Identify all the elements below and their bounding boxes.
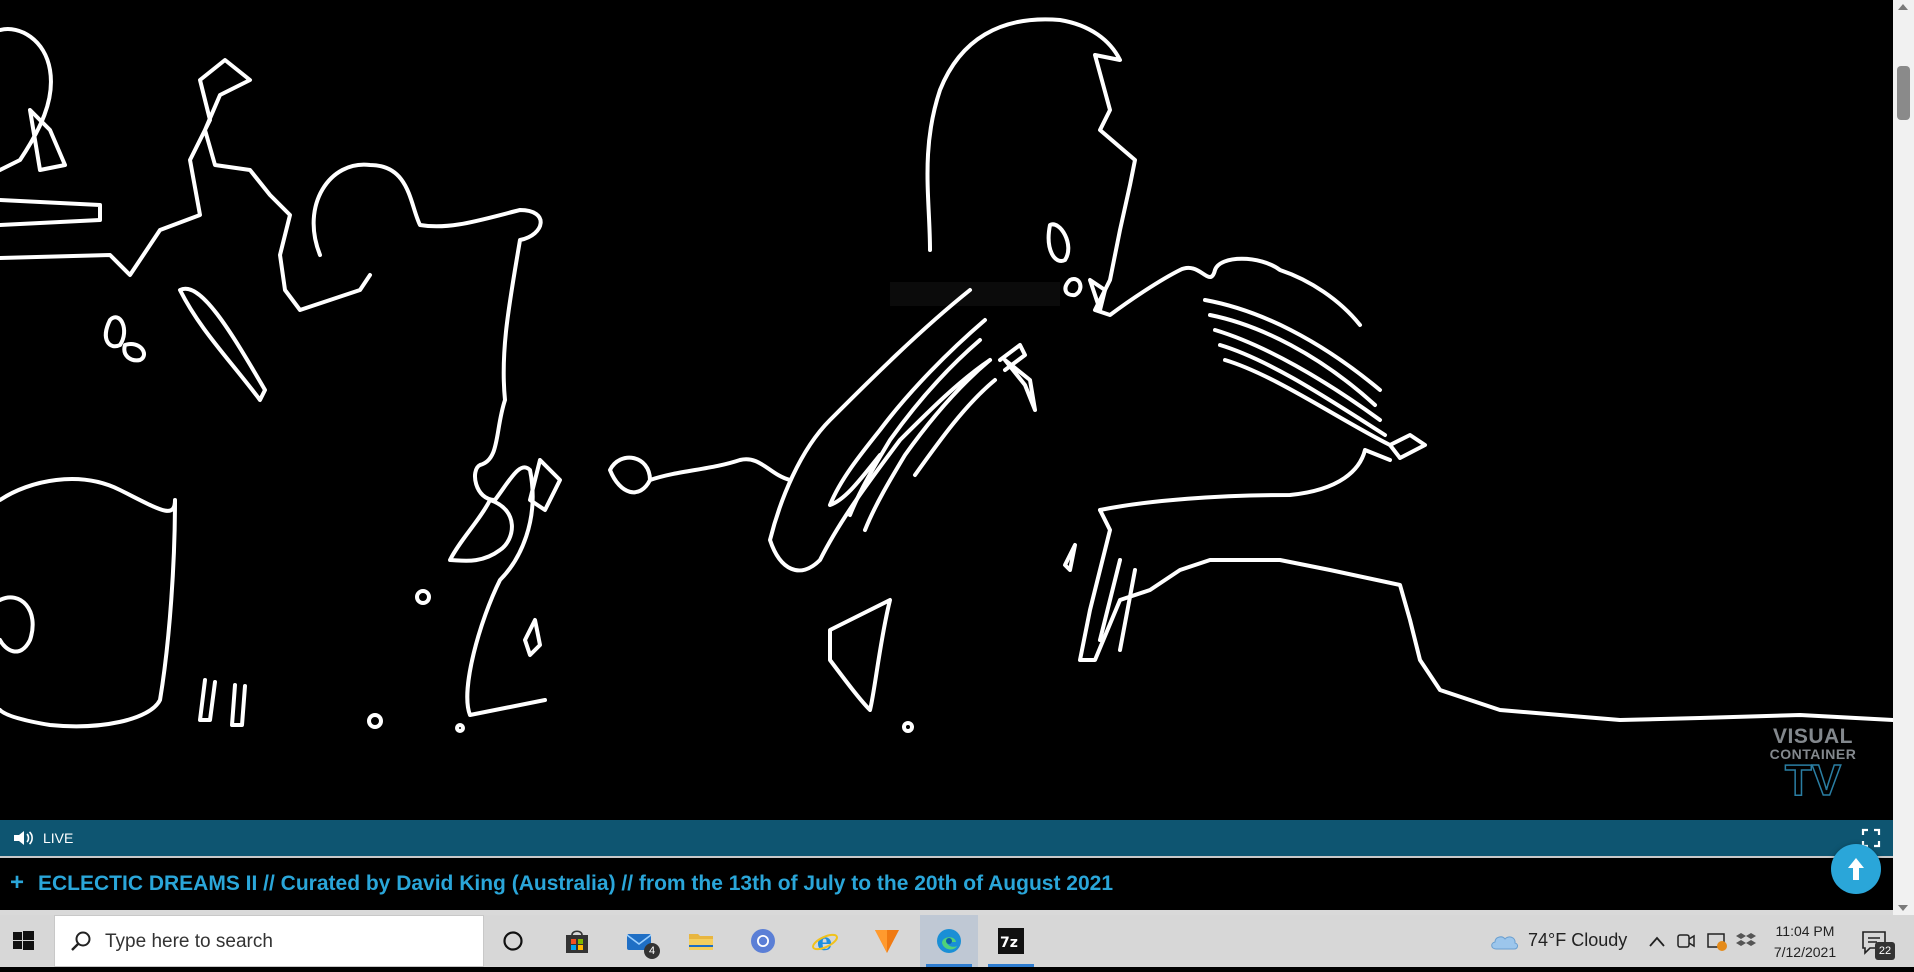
meet-now-icon[interactable] xyxy=(1676,931,1696,951)
video-frame-edge-art xyxy=(0,17,1893,733)
scroll-up-arrow-icon[interactable] xyxy=(1898,4,1908,10)
cloud-weather-icon[interactable] xyxy=(1488,929,1520,953)
taskbar-app-edge[interactable] xyxy=(920,915,978,967)
exhibition-banner[interactable]: + ECLECTIC DREAMS II // Curated by David… xyxy=(0,858,1893,910)
folder-icon xyxy=(689,934,713,950)
volume-icon[interactable] xyxy=(12,829,34,847)
taskbar-app-store[interactable] xyxy=(548,915,606,967)
scroll-to-top-button[interactable] xyxy=(1831,844,1881,894)
taskbar-search-box[interactable]: Type here to search xyxy=(54,915,484,967)
chrome-icon xyxy=(751,929,775,953)
exhibition-title[interactable]: ECLECTIC DREAMS II // Curated by David K… xyxy=(38,872,1113,896)
arrow-up-icon xyxy=(1848,858,1864,880)
taskbar-app-mail[interactable]: 4 xyxy=(610,915,668,967)
live-indicator: LIVE xyxy=(43,830,74,846)
vlc-cone-icon xyxy=(875,930,899,953)
taskbar-app-file-explorer[interactable] xyxy=(672,915,730,967)
svg-text:7z: 7z xyxy=(1000,935,1018,951)
taskbar-app-vlc[interactable] xyxy=(858,915,916,967)
scroll-down-arrow-icon[interactable] xyxy=(1898,905,1908,911)
security-alert-icon[interactable] xyxy=(1706,930,1728,952)
mail-badge: 4 xyxy=(644,943,660,959)
task-view-button[interactable] xyxy=(484,915,542,967)
edge-icon xyxy=(937,929,961,953)
cortana-circle-icon xyxy=(503,931,523,951)
clock-time: 11:04 PM xyxy=(1775,923,1835,939)
internet-explorer-icon: e xyxy=(812,927,838,955)
scrollbar-thumb[interactable] xyxy=(1897,66,1910,120)
taskbar-app-7zip[interactable]: 7z xyxy=(982,915,1040,967)
windows-taskbar: Type here to search 4 e 7z 74°F Cloudy 1… xyxy=(0,915,1914,967)
expand-plus-icon[interactable]: + xyxy=(10,869,24,897)
weather-readout[interactable]: 74°F Cloudy xyxy=(1528,930,1627,951)
svg-text:e: e xyxy=(817,927,832,955)
taskbar-app-internet-explorer[interactable]: e xyxy=(796,915,854,967)
taskbar-clock[interactable]: 11:04 PM 7/12/2021 xyxy=(1770,921,1840,963)
taskbar-app-chrome[interactable] xyxy=(734,915,792,967)
windows-logo-icon xyxy=(13,931,34,950)
search-placeholder: Type here to search xyxy=(105,931,273,952)
microsoft-store-icon xyxy=(566,930,588,953)
visual-container-tv-logo: VISUAL CONTAINER TV xyxy=(1769,725,1857,805)
dropbox-icon[interactable] xyxy=(1736,930,1756,952)
start-button[interactable] xyxy=(0,915,46,967)
search-icon xyxy=(71,931,91,951)
notification-count-badge: 22 xyxy=(1875,942,1895,960)
video-player[interactable]: VISUAL CONTAINER TV xyxy=(0,0,1893,820)
chevron-up-icon[interactable] xyxy=(1648,932,1666,952)
page-scrollbar[interactable] xyxy=(1893,0,1914,915)
clock-date: 7/12/2021 xyxy=(1773,944,1837,960)
player-control-bar: LIVE xyxy=(0,820,1893,856)
7zip-icon: 7z xyxy=(998,928,1024,954)
